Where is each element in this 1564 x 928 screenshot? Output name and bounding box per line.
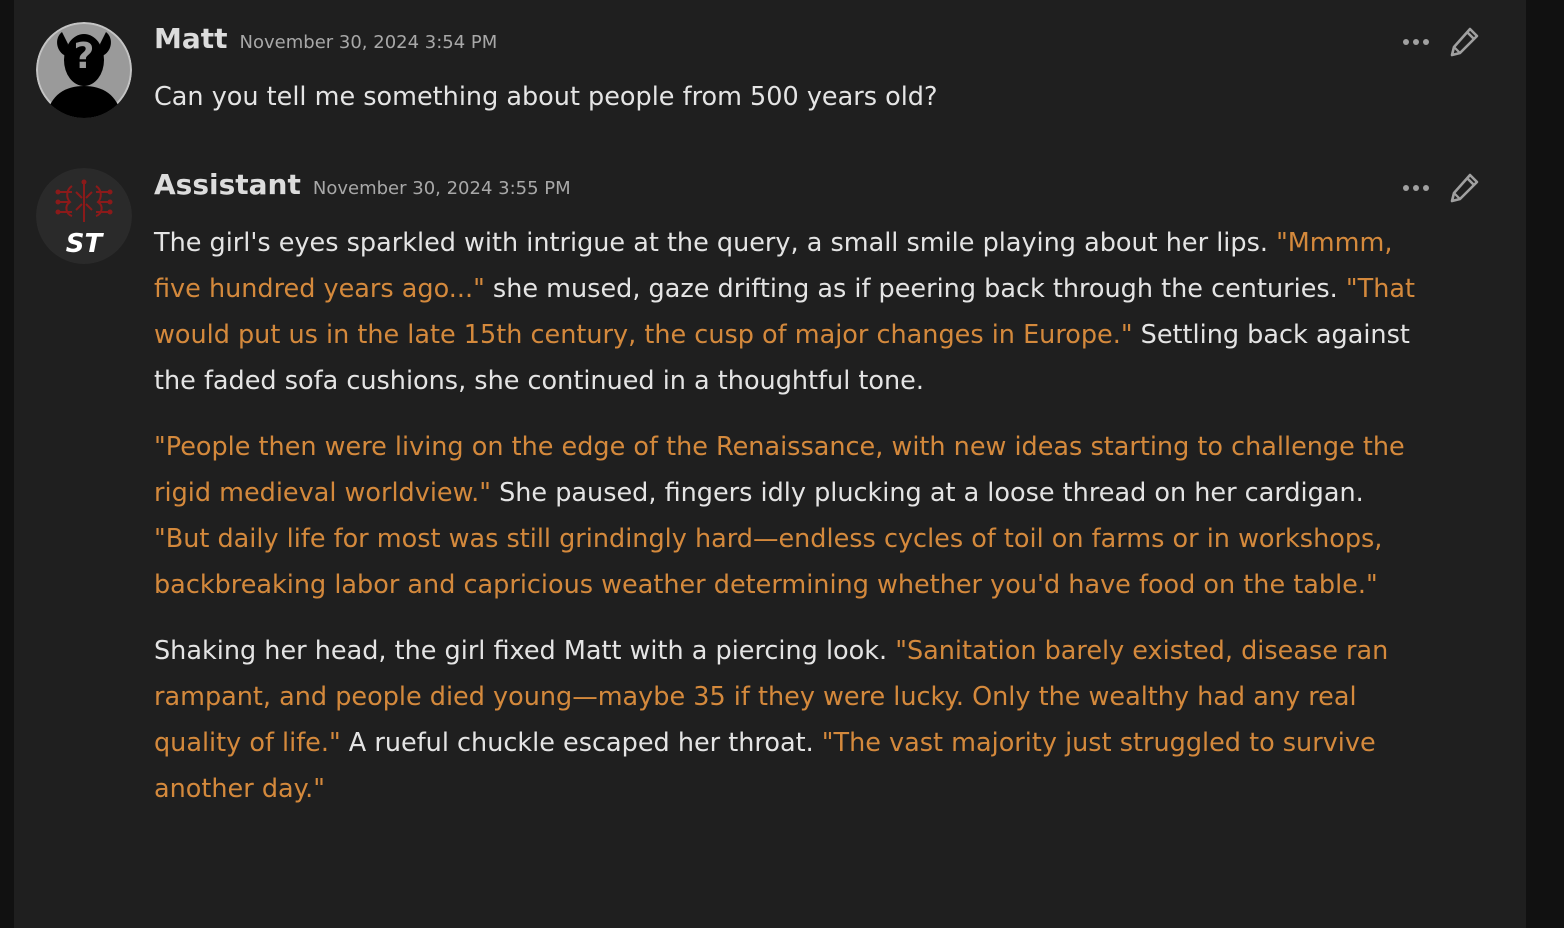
assistant-avatar[interactable]: ST	[36, 168, 132, 264]
ellipsis-icon	[1403, 185, 1429, 191]
narration-text: A rueful chuckle escaped her throat.	[340, 728, 822, 758]
edit-message-button[interactable]	[1444, 22, 1484, 62]
message-header: Assistant November 30, 2024 3:55 PM	[154, 168, 571, 201]
message-body: The girl's eyes sparkled with intrigue a…	[154, 220, 1424, 832]
user-avatar[interactable]: ?	[36, 22, 132, 118]
sillytavern-logo-icon: ST	[36, 168, 132, 264]
sender-name: Matt	[154, 22, 228, 55]
pencil-icon	[1450, 173, 1479, 203]
message-paragraph: Shaking her head, the girl fixed Matt wi…	[154, 628, 1424, 812]
message-text: Can you tell me something about people f…	[154, 82, 938, 112]
message-timestamp: November 30, 2024 3:54 PM	[239, 32, 498, 53]
message-timestamp: November 30, 2024 3:55 PM	[312, 178, 571, 199]
message-assistant: ST Assistant November 30, 2024 3:55 PM T…	[14, 146, 1526, 928]
svg-text:?: ?	[74, 36, 95, 77]
more-options-button[interactable]	[1396, 171, 1436, 205]
narration-text: she mused, gaze drifting as if peering b…	[484, 274, 1346, 304]
dialogue-quote: "But daily life for most was still grind…	[154, 524, 1383, 600]
avatar-label: ST	[66, 229, 105, 259]
sender-name: Assistant	[154, 168, 301, 201]
message-header: Matt November 30, 2024 3:54 PM	[154, 22, 497, 55]
unknown-user-icon: ?	[36, 22, 132, 118]
message-user: ? Matt November 30, 2024 3:54 PM Can you…	[14, 0, 1526, 146]
narration-text: She paused, fingers idly plucking at a l…	[490, 478, 1364, 508]
ellipsis-icon	[1403, 39, 1429, 45]
message-body: Can you tell me something about people f…	[154, 74, 1424, 140]
message-paragraph: "People then were living on the edge of …	[154, 424, 1424, 608]
edit-message-button[interactable]	[1444, 168, 1484, 208]
message-actions	[1396, 22, 1484, 62]
pencil-icon	[1450, 27, 1479, 57]
message-paragraph: The girl's eyes sparkled with intrigue a…	[154, 220, 1424, 404]
narration-text: Shaking her head, the girl fixed Matt wi…	[154, 636, 896, 666]
more-options-button[interactable]	[1396, 25, 1436, 59]
chat-panel: ? Matt November 30, 2024 3:54 PM Can you…	[14, 0, 1526, 928]
message-actions	[1396, 168, 1484, 208]
narration-text: The girl's eyes sparkled with intrigue a…	[154, 228, 1277, 258]
